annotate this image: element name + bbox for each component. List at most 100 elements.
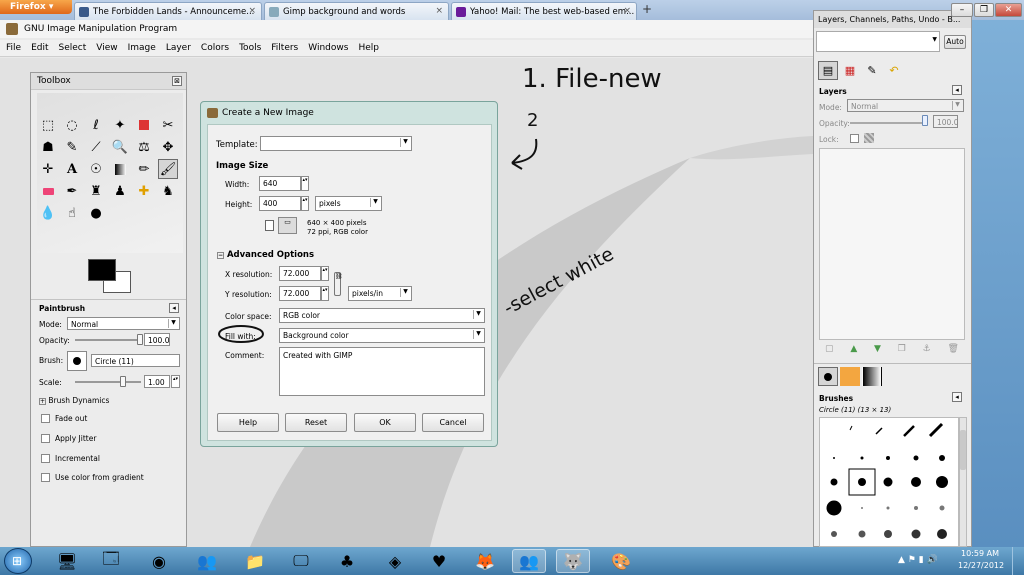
scissors-tool-icon[interactable]: ✂ [158, 115, 178, 135]
scale-stepper[interactable]: ▴▾ [171, 375, 180, 388]
fuzzy-select-tool-icon[interactable]: ✦ [110, 115, 130, 135]
taskbar-app2-icon[interactable]: ♥ [422, 549, 456, 573]
taskbar-media-icon[interactable]: 🖵 [284, 549, 318, 573]
taskbar-explorer-icon[interactable]: 🗔 [94, 549, 128, 573]
text-tool-icon[interactable]: A [62, 159, 82, 179]
clock-date[interactable]: 12/27/2012 [958, 561, 1004, 570]
x-resolution-stepper[interactable]: ▴▾ [321, 266, 329, 281]
advanced-options-expander[interactable]: − Advanced Options [217, 250, 314, 260]
clone-stamp-tool-icon[interactable]: ☉ [86, 159, 106, 179]
template-select[interactable]: ▼ [260, 136, 412, 151]
brushes-grid[interactable] [819, 417, 959, 547]
help-button[interactable]: Help [217, 413, 279, 432]
ellipse-select-tool-icon[interactable]: ◌ [62, 115, 82, 135]
lower-layer-icon[interactable]: ▼ [874, 344, 881, 358]
clone-tool-icon[interactable]: ♟ [110, 181, 130, 201]
layers-list[interactable] [819, 148, 965, 340]
duplicate-layer-icon[interactable]: ❐ [898, 344, 906, 358]
perspective-clone-tool-icon[interactable]: ♞ [158, 181, 178, 201]
apply-jitter-checkbox[interactable] [41, 434, 50, 443]
airbrush-tool-icon[interactable]: ✒ [62, 181, 82, 201]
scale-slider-track[interactable] [75, 381, 141, 383]
ok-button[interactable]: OK [354, 413, 416, 432]
layer-opacity-value[interactable]: 100.0 [933, 115, 958, 128]
width-stepper[interactable]: ▴▾ [301, 176, 309, 191]
y-resolution-stepper[interactable]: ▴▾ [321, 286, 329, 301]
size-units-select[interactable]: pixels ▼ [315, 196, 382, 211]
brush-name-field[interactable]: Circle (11) [91, 354, 180, 367]
move-tool-icon[interactable]: ✥ [158, 137, 178, 157]
portrait-orientation-icon[interactable] [265, 220, 274, 231]
fade-out-checkbox[interactable] [41, 414, 50, 423]
scrollbar-thumb[interactable] [960, 430, 966, 470]
tray-icons[interactable]: ▲ ⚑ ▮ 🔊 [898, 555, 938, 565]
menu-colors[interactable]: Colors [195, 40, 233, 53]
lasso-tool-icon[interactable]: ℓ [86, 115, 106, 135]
taskbar-paint-icon[interactable]: 🎨 [604, 549, 638, 573]
patterns-tab-icon[interactable] [840, 367, 860, 386]
color-space-select[interactable]: RGB color ▼ [279, 308, 485, 323]
paintbrush-tool-icon[interactable]: 🖌 [158, 159, 178, 179]
height-stepper[interactable]: ▴▾ [301, 196, 309, 211]
layer-opacity-slider-handle[interactable] [922, 115, 928, 126]
color-select-tool-icon[interactable] [134, 115, 154, 135]
new-tab-button[interactable]: + [638, 2, 656, 20]
lock-alpha-icon[interactable] [864, 133, 874, 143]
chain-link-icon[interactable]: ⛓ [334, 272, 343, 296]
opacity-value[interactable]: 100.0 [144, 333, 170, 346]
menu-image[interactable]: Image [122, 40, 160, 53]
tab-gimp-background[interactable]: Gimp background and words × [264, 2, 449, 20]
taskbar-messenger-icon[interactable]: 👥 [190, 549, 224, 573]
layer-mode-select[interactable]: Normal ▼ [847, 99, 964, 112]
taskbar-gimp-icon[interactable]: 🐺 [556, 549, 590, 573]
lock-pixels-checkbox[interactable] [850, 134, 859, 143]
x-resolution-input[interactable]: 72.000 [279, 266, 321, 281]
close-button[interactable]: ✕ [995, 3, 1022, 17]
auto-button[interactable]: Auto [944, 35, 966, 49]
taskbar-folder-icon[interactable]: 📁 [238, 549, 272, 573]
taskbar-firefox-icon[interactable]: 🦊 [468, 549, 502, 573]
delete-layer-icon[interactable]: 🗑 [948, 344, 959, 358]
mode-select[interactable]: Normal ▼ [67, 317, 180, 330]
comment-textarea[interactable]: Created with GIMP [279, 347, 485, 396]
tab-menu-icon[interactable]: ◂ [952, 85, 962, 95]
heal-tool-icon[interactable]: ✚ [134, 181, 154, 201]
brush-dynamics-expander[interactable]: + Brush Dynamics [39, 396, 109, 405]
raise-layer-icon[interactable]: ▲ [850, 344, 857, 358]
channels-tab-icon[interactable]: ▦ [840, 61, 860, 80]
height-input[interactable]: 400 [259, 196, 301, 211]
close-icon[interactable]: × [248, 6, 256, 16]
foreground-color-front[interactable] [88, 259, 116, 281]
incremental-checkbox[interactable] [41, 454, 50, 463]
scale-value[interactable]: 1.00 [144, 375, 170, 388]
tab-yahoo-mail[interactable]: Yahoo! Mail: The best web-based em... × [451, 2, 637, 20]
brushes-scrollbar[interactable] [959, 417, 967, 547]
dodge-burn-tool-icon[interactable]: ● [86, 203, 106, 223]
minimize-button[interactable]: – [951, 3, 973, 17]
start-button[interactable]: ⊞ [4, 548, 32, 574]
opacity-slider-track[interactable] [75, 339, 141, 341]
firefox-menu-button[interactable]: Firefox ▾ [0, 0, 72, 14]
tab-forbidden-lands[interactable]: The Forbidden Lands - Announceme... × [74, 2, 262, 20]
landscape-orientation-icon[interactable]: ▭ [278, 217, 297, 234]
new-layer-icon[interactable]: ▢ [825, 344, 834, 358]
layers-tab-icon[interactable]: ▤ [818, 61, 838, 80]
paths-tool-icon[interactable]: ✎ [62, 137, 82, 157]
menu-file[interactable]: File [0, 40, 25, 53]
fill-with-select[interactable]: Background color ▼ [279, 328, 485, 343]
menu-select[interactable]: Select [53, 40, 91, 53]
anchor-layer-icon[interactable]: ⚓ [923, 344, 931, 358]
menu-tools[interactable]: Tools [233, 40, 265, 53]
menu-windows[interactable]: Windows [302, 40, 352, 53]
pencil-tool-icon[interactable]: ✏ [134, 159, 154, 179]
align-tool-icon[interactable]: ✛ [38, 159, 58, 179]
show-desktop-button[interactable] [1012, 547, 1024, 575]
menu-edit[interactable]: Edit [25, 40, 52, 53]
close-icon[interactable]: × [435, 6, 443, 16]
resolution-units-select[interactable]: pixels/in ▼ [348, 286, 412, 301]
restore-button[interactable]: ❐ [974, 3, 994, 17]
brush-preview[interactable] [67, 351, 87, 371]
taskbar-ie-icon[interactable]: 🖥 [50, 549, 84, 573]
menu-view[interactable]: View [90, 40, 121, 53]
foreground-select-tool-icon[interactable]: ☗ [38, 137, 58, 157]
